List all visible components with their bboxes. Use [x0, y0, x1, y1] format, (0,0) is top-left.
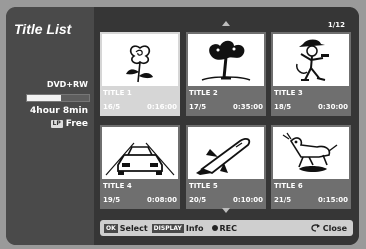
title-name: TITLE 6 — [274, 182, 303, 190]
title-tile-3[interactable]: TITLE 3 18/5 0:30:00 — [271, 32, 351, 116]
page-indicator: 1/12 — [327, 21, 345, 29]
dog-icon — [273, 127, 349, 179]
page-title: Title List — [14, 21, 72, 37]
disc-type-label: DVD+RW — [46, 80, 88, 89]
title-name: TITLE 5 — [189, 182, 218, 190]
disc-usage-fill — [27, 95, 62, 101]
title-tile-5[interactable]: TITLE 5 20/5 0:10:00 — [186, 125, 266, 209]
title-date: 18/5 — [274, 103, 292, 111]
title-date: 21/5 — [274, 196, 292, 204]
scroll-down-arrow-icon[interactable] — [222, 208, 230, 213]
footer-help-bar: OK Select DISPLAY Info REC Close — [100, 220, 353, 236]
space-shuttle-icon — [188, 127, 264, 179]
title-list-screen: Title List DVD+RW 4hour 8min LP Free 1/1… — [6, 7, 359, 245]
title-duration: 0:30:00 — [318, 103, 348, 111]
mode-badge: LP — [50, 120, 63, 128]
ok-button-badge: OK — [104, 223, 118, 233]
title-tile-6[interactable]: TITLE 6 21/5 0:15:00 — [271, 125, 351, 209]
title-duration: 0:15:00 — [318, 196, 348, 204]
title-tile-2[interactable]: TITLE 2 17/5 0:35:00 — [186, 32, 266, 116]
rose-icon — [102, 34, 178, 86]
cowboy-icon — [273, 34, 349, 86]
scroll-up-arrow-icon[interactable] — [222, 21, 230, 26]
title-duration: 0:08:00 — [147, 196, 177, 204]
title-duration: 0:35:00 — [233, 103, 263, 111]
title-tile-4[interactable]: TITLE 4 19/5 0:08:00 — [100, 125, 180, 209]
record-mode: LP Free — [50, 119, 88, 129]
title-name: TITLE 1 — [103, 89, 132, 97]
title-date: 19/5 — [103, 196, 121, 204]
title-duration: 0:10:00 — [233, 196, 263, 204]
title-name: TITLE 2 — [189, 89, 218, 97]
title-date: 17/5 — [189, 103, 207, 111]
title-name: TITLE 3 — [274, 89, 303, 97]
close-label: Close — [322, 223, 347, 233]
tree-icon — [188, 34, 264, 86]
car-icon — [102, 127, 178, 179]
rec-label: REC — [219, 223, 238, 233]
rec-dot-icon — [211, 225, 218, 231]
select-label: Select — [119, 223, 148, 233]
title-date: 16/5 — [103, 103, 121, 111]
title-tile-1[interactable]: TITLE 1 16/5 0:16:00 — [100, 32, 180, 116]
title-date: 20/5 — [189, 196, 207, 204]
info-label: Info — [185, 223, 204, 233]
title-duration: 0:16:00 — [147, 103, 177, 111]
display-button-badge: DISPLAY — [151, 223, 184, 233]
disc-usage-bar — [26, 94, 90, 102]
sidebar: Title List DVD+RW 4hour 8min LP Free — [6, 7, 94, 245]
close-hint[interactable]: Close — [311, 224, 347, 233]
title-grid-area: 1/12 TITLE 1 16/5 0:16:00 TITLE 2 17/5 0… — [94, 7, 359, 245]
remaining-time: 4hour 8min — [30, 106, 88, 116]
title-name: TITLE 4 — [103, 182, 132, 190]
mode-label: Free — [65, 119, 88, 129]
return-arrow-icon — [311, 224, 320, 232]
